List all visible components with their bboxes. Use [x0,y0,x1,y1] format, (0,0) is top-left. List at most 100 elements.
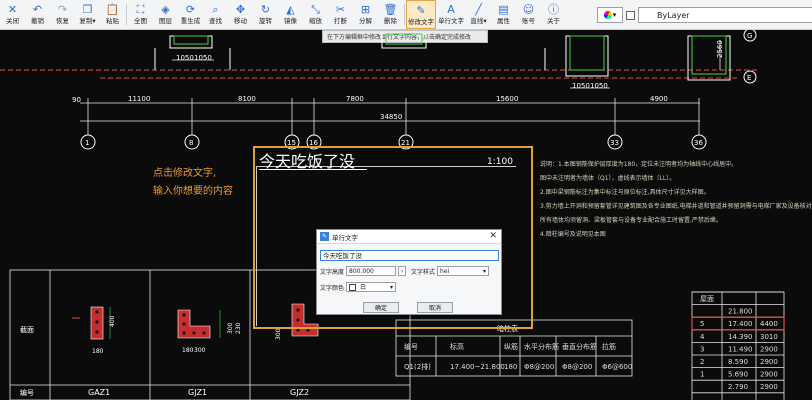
floor-height: 2900 [760,358,778,366]
color-picker-button[interactable]: ▾ [597,7,623,23]
height-input[interactable]: 800.000 [346,266,397,276]
chevron-right-icon[interactable]: › [398,266,407,276]
color-select[interactable]: 白 ▾ [346,282,397,292]
toolbar-button-17[interactable]: A 单行文字 [436,0,466,29]
floor-elevation: 8.590 [728,358,748,366]
wall-table-header: 纵筋 [504,342,518,351]
side-axis-g: G [747,32,752,40]
fit-view-icon: ⛶ [136,2,145,16]
chevron-down-icon: ▾ [612,11,617,19]
toolbar-button-label: 删除 [384,17,397,25]
floor-table-values: 屋面 21.800 17.400 4400 5 14.390 3010 4 11.490 2900… [700,295,778,391]
toolbar-button-label: 分解 [359,17,372,25]
color-select-value: 白 [360,283,367,291]
dialog-titlebar: ✎ 单行文字 [317,230,501,244]
toolbar-button-18[interactable]: ╱ 直线▾ [466,0,491,29]
floor-height: 4400 [760,320,778,328]
wall-table-cell: 17.400~21.800 [450,363,505,371]
height-row: 文字高度 800.000 › 文字样式 hei ▾ [320,266,490,276]
toolbar-button-4[interactable]: 📋 粘贴 [100,0,125,29]
layer-select-value: ByLayer [657,10,690,20]
note-line: 所有墙体均须留洞、梁板管套与设备专业配合施工时留置,严禁后凿。 [540,217,722,224]
floor-height: 2900 [760,345,778,353]
wall-table-header: 标高 [450,342,464,351]
toolbar-button-3[interactable]: ❐ 复制▾ [75,0,100,29]
toolbar-button-label: 全图 [134,17,147,25]
dim-top-5: 2560 [716,40,724,58]
dim-gjz2: 300 [275,328,282,340]
floor-number: 4 [700,333,705,341]
ok-button[interactable]: 确定 [363,302,399,313]
wall-table-row: Q1(2排) 17.400~21.800 180 Φ8@200 Φ8@200 Φ6@600 [404,362,632,371]
dim-top-3: 1050 [572,82,590,90]
toolbar-button-11[interactable]: ◭ 镜像 [278,0,303,29]
toolbar-button-9[interactable]: ✥ 移动 [228,0,253,29]
mirror-icon: ◭ [286,2,295,16]
note-line: 图中未注明者为墙体（Q1），虚线表示墙体（LL）。 [540,175,676,182]
edit-hint-callout: 点击修改文字, 输入你想要的内容 [153,165,233,201]
dim-total: 34850 [380,113,402,121]
layer-select[interactable]: ByLayer▾ [638,7,812,23]
axis-label-33: 33 [610,139,619,147]
floor-elevation: 11.490 [728,345,753,353]
toolbar-button-12[interactable]: ⤡ 缩放 [303,0,328,29]
wall-table-header: 垂直分布筋 [562,342,597,351]
toolbar-button-label: 恢复 [56,17,69,25]
toolbar-button-0[interactable]: ✕ 关闭 [0,0,25,29]
toolbar-button-8[interactable]: ⌕ 查找 [203,0,228,29]
axis-label-8: 8 [189,139,193,147]
style-select[interactable]: hei ▾ [437,266,490,276]
toolbar-button-label: 移动 [234,17,247,25]
toolbar-button-14[interactable]: ⊞ 分解 [353,0,378,29]
toolbar-separator [404,4,405,25]
column-name-gaz1: GAZ1 [88,388,110,397]
app-icon: ✎ [320,232,329,241]
callout-line-2: 输入你想要的内容 [153,186,233,197]
wall-outline [154,33,731,81]
properties-icon: ▤ [498,2,509,16]
layer-color-swatch[interactable] [626,10,635,20]
dim-gaz1: 400 [109,315,116,327]
toolbar-button-5[interactable]: ⛶ 全图 [128,0,153,29]
text-content-input[interactable]: 今天吃饭了没 [320,250,499,261]
dim-gjz1-d: 300 [194,347,206,354]
dim-top-2: 1050 [194,54,212,62]
toolbar-button-10[interactable]: ↻ 旋转 [253,0,278,29]
callout-line-1: 点击修改文字, [153,168,217,179]
drawing-scale: 1:100 [487,157,513,167]
single-line-text-dialog: ✎ 单行文字 ✕ 今天吃饭了没 文字高度 800.000 › 文字样式 hei ▾… [316,229,502,315]
toolbar-button-label: 修改文字 [408,18,434,26]
toolbar-button-label: 单行文字 [438,17,464,25]
toolbar-button-label: 镜像 [284,17,297,25]
floor-elevation: 2.790 [728,383,748,391]
toolbar-button-16[interactable]: ✎ 修改文字 [406,0,436,29]
dim-mid-3: 7800 [346,95,364,103]
color-row: 文字颜色 白 ▾ [320,282,397,292]
move-icon: ✥ [235,2,246,16]
toolbar-button-19[interactable]: ▤ 属性 [491,0,516,29]
toolbar-button-6[interactable]: ◈ 图层 [153,0,178,29]
toolbar-button-15[interactable]: 🗑 删除 [378,0,403,29]
chevron-down-icon: ▾ [483,268,487,275]
wall-table-cell: Φ8@200 [524,363,554,371]
toolbar-button-label: 关闭 [6,17,19,25]
toolbar-button-21[interactable]: ⓘ 关于 [541,0,566,29]
dim-mid-1: 11100 [128,95,150,103]
toolbar-button-1[interactable]: ↶ 撤销 [25,0,50,29]
dim-gjz1-a: 300 [227,322,234,334]
top-dim-lines [172,40,721,89]
layer-control: ▾ ByLayer▾ [597,6,812,24]
cancel-button[interactable]: 取消 [417,302,453,313]
color-swatch [349,283,357,291]
toolbar-button-label: 关于 [547,17,560,25]
floor-elevation: 5.690 [728,371,748,379]
toolbar-button-13[interactable]: ✂ 打断 [328,0,353,29]
toolbar-button-2[interactable]: ↷ 恢复 [50,0,75,29]
toolbar-button-20[interactable]: ☺ 账号 [516,0,541,29]
title-underline [259,169,367,170]
close-icon[interactable]: ✕ [489,231,497,241]
line-icon: ╱ [475,2,482,16]
single-line-text-icon: A [447,2,455,16]
color-label: 文字颜色 [320,284,345,292]
toolbar-button-7[interactable]: ⟳ 重生成 [178,0,203,29]
